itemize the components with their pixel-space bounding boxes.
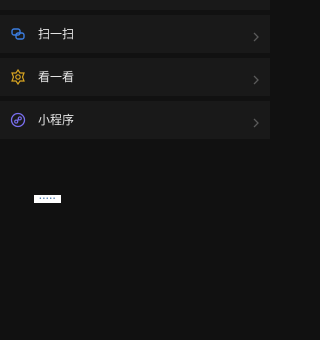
scan-icon — [10, 26, 26, 42]
top-row-edge — [0, 0, 270, 10]
menu-item-look[interactable]: 看一看 — [0, 58, 270, 96]
chevron-right-icon — [252, 71, 260, 85]
loading-indicator: ••••• — [34, 195, 61, 203]
menu-item-mini-program[interactable]: 小程序 — [0, 101, 270, 139]
menu-item-label: 看一看 — [38, 70, 75, 84]
chevron-right-icon — [252, 114, 260, 128]
menu-item-label: 扫一扫 — [38, 27, 75, 41]
chevron-right-icon — [252, 28, 260, 42]
menu-item-label: 小程序 — [38, 113, 75, 127]
look-icon — [10, 68, 26, 86]
loading-dots: ••••• — [38, 195, 57, 202]
mini-program-icon — [10, 112, 26, 128]
menu-item-scan[interactable]: 扫一扫 — [0, 15, 270, 53]
discover-screen: 扫一扫 看一看 小程序 ••••• — [0, 0, 270, 340]
